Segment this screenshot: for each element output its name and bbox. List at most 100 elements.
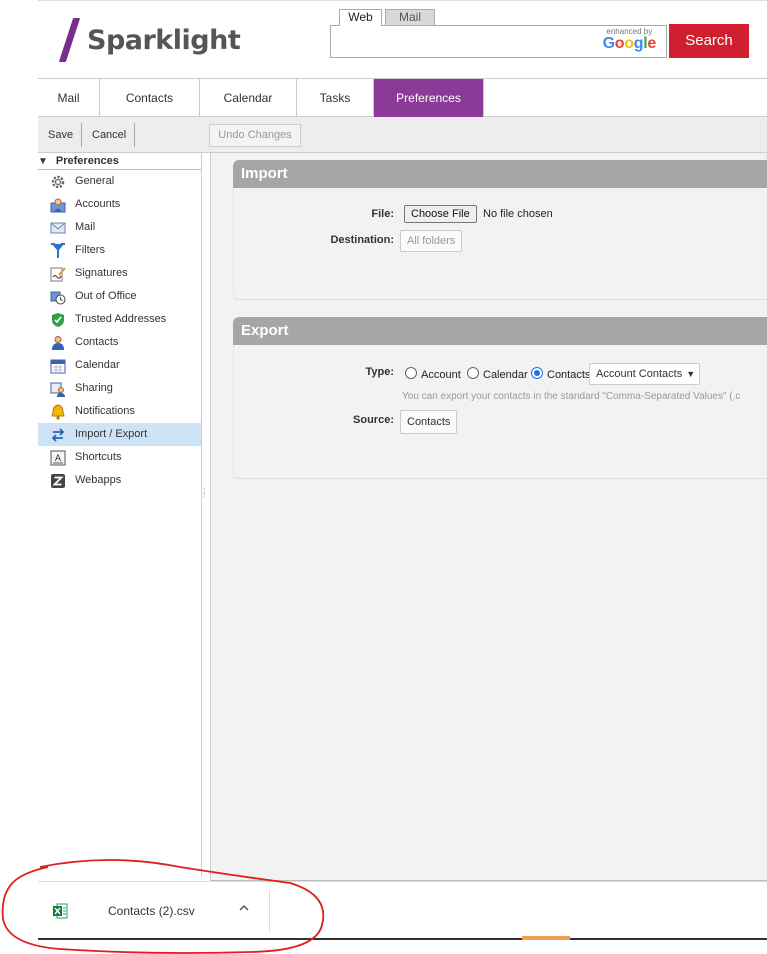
destination-folder-button[interactable]: All folders <box>400 230 463 252</box>
download-progress-accent <box>522 936 570 940</box>
no-file-chosen-text: No file chosen <box>483 208 553 220</box>
preferences-content: Import File: Choose File No file chosen … <box>210 153 767 881</box>
sidebar-item-sharing[interactable]: Sharing <box>38 377 201 400</box>
sidebar-item-label: Shortcuts <box>75 451 122 463</box>
radio-contacts-label: Contacts <box>547 369 591 381</box>
tab-calendar[interactable]: Calendar <box>200 79 297 117</box>
chevron-down-icon: ▼ <box>686 369 696 379</box>
search-tab-web[interactable]: Web <box>339 9 382 26</box>
sharing-icon <box>50 381 66 397</box>
sidebar-item-label: Notifications <box>75 405 135 417</box>
accounts-icon <box>50 197 66 213</box>
sidebar-header-label: Preferences <box>55 155 119 167</box>
contacts-format-value: Account Contacts <box>596 368 683 380</box>
type-label: Type: <box>365 366 394 378</box>
sidebar-item-label: Out of Office <box>75 290 137 302</box>
radio-account-label: Account <box>421 369 461 381</box>
download-bar: Contacts (2).csv <box>38 881 767 940</box>
bell-icon <box>50 403 66 420</box>
radio-calendar[interactable] <box>467 367 479 379</box>
sidebar-item-general[interactable]: General <box>38 170 201 193</box>
export-panel: Export Type: Account Calendar Contacts A… <box>233 317 767 479</box>
tab-mail[interactable]: Mail <box>38 79 100 117</box>
sidebar-item-trusted-addresses[interactable]: Trusted Addresses <box>38 308 201 331</box>
excel-file-icon <box>52 903 68 919</box>
sidebar-item-label: Import / Export <box>75 428 148 440</box>
logo-text: Sparklight <box>87 24 241 56</box>
sidebar-item-signatures[interactable]: Signatures <box>38 262 201 285</box>
gear-icon <box>50 174 66 190</box>
sidebar-item-mail[interactable]: Mail <box>38 216 201 239</box>
choose-file-button[interactable]: Choose File <box>404 205 477 223</box>
signature-icon <box>50 266 66 282</box>
google-logo: Google <box>602 35 657 52</box>
sidebar-item-label: Webapps <box>75 474 122 486</box>
destination-label: Destination: <box>330 234 394 246</box>
import-export-icon <box>50 427 66 443</box>
sidebar-item-label: Trusted Addresses <box>75 313 167 325</box>
save-button[interactable]: Save <box>42 123 79 147</box>
logo-slash-mark <box>58 18 81 62</box>
import-panel: Import File: Choose File No file chosen … <box>233 160 767 300</box>
cancel-button[interactable]: Cancel <box>86 123 132 147</box>
sidebar-item-filters[interactable]: Filters <box>38 239 201 262</box>
sidebar-resize-handle[interactable]: ⁞ ⁞ <box>203 488 205 500</box>
toolbar-divider <box>134 123 135 147</box>
search-input[interactable]: enhanced by Google <box>330 25 667 58</box>
person-icon <box>50 335 66 351</box>
sidebar-item-accounts[interactable]: Accounts <box>38 193 201 216</box>
sidebar-item-label: Mail <box>75 221 96 233</box>
sidebar-item-label: Accounts <box>75 198 121 210</box>
sidebar-item-calendar[interactable]: Calendar <box>38 354 201 377</box>
sidebar-item-out-of-office[interactable]: Out of Office <box>38 285 201 308</box>
tab-preferences[interactable]: Preferences <box>374 79 484 117</box>
toolbar-divider <box>81 123 82 147</box>
zimlet-icon <box>50 473 66 489</box>
enhanced-by-google: enhanced by Google <box>602 27 657 52</box>
import-panel-title: Import <box>233 160 767 188</box>
sidebar-item-label: General <box>75 175 115 187</box>
sidebar-item-label: Sharing <box>75 382 113 394</box>
source-label: Source: <box>353 414 394 426</box>
calendar-icon <box>50 358 66 374</box>
chevron-up-icon[interactable] <box>239 902 249 916</box>
tab-tasks[interactable]: Tasks <box>297 79 374 117</box>
sidebar-item-import-export[interactable]: Import / Export <box>38 423 201 446</box>
sidebar-header[interactable]: ▼ Preferences <box>38 153 201 170</box>
preferences-sidebar: ▼ Preferences General Accounts Mail Filte… <box>38 153 202 876</box>
search-area: Web Mail enhanced by Google Search <box>330 9 767 59</box>
tab-contacts[interactable]: Contacts <box>100 79 200 117</box>
sidebar-item-webapps[interactable]: Webapps <box>38 469 201 492</box>
export-panel-body: Type: Account Calendar Contacts Account … <box>233 345 767 479</box>
export-panel-title: Export <box>233 317 767 345</box>
contacts-format-select[interactable]: Account Contacts ▼ <box>589 363 701 385</box>
main-nav-tabs: Mail Contacts Calendar Tasks Preferences <box>38 78 767 117</box>
clock-icon <box>50 289 66 305</box>
preferences-toolbar: Save Cancel Undo Changes <box>38 117 767 153</box>
sidebar-item-contacts[interactable]: Contacts <box>38 331 201 354</box>
import-panel-body: File: Choose File No file chosen Destina… <box>233 188 767 300</box>
radio-contacts[interactable] <box>531 367 543 379</box>
filter-icon <box>50 242 66 259</box>
download-item-divider <box>269 890 270 933</box>
sidebar-item-label: Signatures <box>75 267 128 279</box>
source-folder-button[interactable]: Contacts <box>400 410 458 434</box>
envelope-icon <box>50 220 66 236</box>
file-label: File: <box>371 208 394 220</box>
undo-changes-button[interactable]: Undo Changes <box>209 124 301 147</box>
app-header: Sparklight Web Mail enhanced by Google S… <box>38 0 767 78</box>
search-button[interactable]: Search <box>669 24 749 58</box>
radio-account[interactable] <box>405 367 417 379</box>
search-tab-mail[interactable]: Mail <box>385 9 435 25</box>
export-hint-text: You can export your contacts in the stan… <box>402 391 741 402</box>
sidebar-item-label: Calendar <box>75 359 120 371</box>
keyboard-icon: A <box>50 450 66 466</box>
download-item-filename[interactable]: Contacts (2).csv <box>108 904 195 918</box>
sidebar-item-label: Filters <box>75 244 105 256</box>
sidebar-item-notifications[interactable]: Notifications <box>38 400 201 423</box>
shield-check-icon <box>50 312 66 328</box>
collapse-triangle-icon[interactable]: ▼ <box>38 154 48 170</box>
sparklight-logo[interactable]: Sparklight <box>58 18 241 62</box>
sidebar-item-shortcuts[interactable]: A Shortcuts <box>38 446 201 469</box>
sidebar-item-label: Contacts <box>75 336 119 348</box>
